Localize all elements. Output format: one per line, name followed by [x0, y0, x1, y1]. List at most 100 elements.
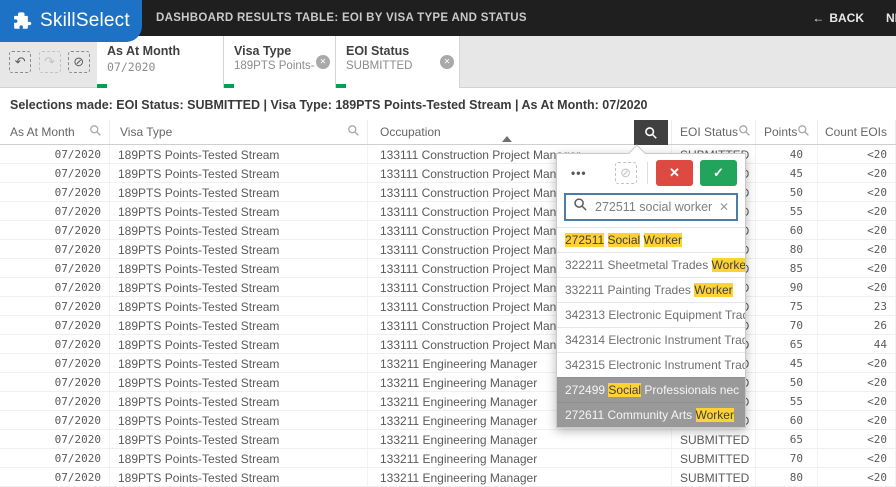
table-cell[interactable]: 07/2020	[0, 430, 110, 448]
table-cell[interactable]: 189PTS Points-Tested Stream	[110, 468, 368, 486]
table-cell[interactable]: <20	[818, 259, 896, 277]
search-icon[interactable]	[347, 124, 360, 140]
table-cell[interactable]: 07/2020	[0, 259, 110, 277]
back-button[interactable]: ← BACK	[812, 0, 864, 36]
table-cell[interactable]: 189PTS Points-Tested Stream	[110, 335, 368, 353]
popup-list-item[interactable]: 272611 Community Arts Worker	[557, 402, 745, 427]
table-row[interactable]: 07/2020189PTS Points-Tested Stream133211…	[0, 354, 896, 373]
table-cell[interactable]: 133211 Engineering Manager	[368, 430, 672, 448]
table-cell[interactable]: 189PTS Points-Tested Stream	[110, 354, 368, 372]
table-cell[interactable]: 07/2020	[0, 316, 110, 334]
table-cell[interactable]: 07/2020	[0, 411, 110, 429]
table-cell[interactable]: <20	[818, 468, 896, 486]
filter-chip-as-at-month[interactable]: As At Month 07/2020	[97, 36, 224, 88]
table-cell[interactable]: 90	[756, 278, 818, 296]
table-cell[interactable]: 44	[818, 335, 896, 353]
table-cell[interactable]: 07/2020	[0, 278, 110, 296]
table-cell[interactable]: <20	[818, 221, 896, 239]
redo-selection-icon[interactable]: ↷	[39, 51, 61, 73]
popup-list-item[interactable]: 342315 Electronic Instrument Trades....	[557, 352, 745, 377]
clear-selections-icon[interactable]: ⊘	[68, 51, 90, 73]
popup-search-box[interactable]: ✕	[564, 193, 738, 221]
table-row[interactable]: 07/2020189PTS Points-Tested Stream133111…	[0, 335, 896, 354]
search-input[interactable]	[595, 200, 712, 214]
search-icon[interactable]	[797, 124, 810, 140]
table-row[interactable]: 07/2020189PTS Points-Tested Stream133111…	[0, 145, 896, 164]
table-cell[interactable]: 55	[756, 202, 818, 220]
table-cell[interactable]: 189PTS Points-Tested Stream	[110, 259, 368, 277]
table-cell[interactable]: 07/2020	[0, 335, 110, 353]
popup-list-item[interactable]: 322211 Sheetmetal Trades Worker	[557, 252, 745, 277]
table-cell[interactable]: 07/2020	[0, 202, 110, 220]
table-cell[interactable]: 189PTS Points-Tested Stream	[110, 297, 368, 315]
undo-selection-icon[interactable]: ↶	[9, 51, 31, 73]
table-cell[interactable]: 50	[756, 373, 818, 391]
cancel-selection-button[interactable]: ✕	[656, 160, 693, 186]
table-row[interactable]: 07/2020189PTS Points-Tested Stream133211…	[0, 373, 896, 392]
filter-chip-eoi-status[interactable]: EOI Status SUBMITTED ✕	[336, 36, 460, 88]
table-cell[interactable]: 65	[756, 430, 818, 448]
filter-chip-visa-type[interactable]: Visa Type 189PTS Points-Teste... ✕	[224, 36, 336, 88]
table-cell[interactable]: <20	[818, 449, 896, 467]
table-cell[interactable]: 45	[756, 354, 818, 372]
table-cell[interactable]: 07/2020	[0, 221, 110, 239]
table-cell[interactable]: 133211 Engineering Manager	[368, 449, 672, 467]
table-cell[interactable]: 133211 Engineering Manager	[368, 468, 672, 486]
table-cell[interactable]: 189PTS Points-Tested Stream	[110, 373, 368, 391]
table-cell[interactable]: <20	[818, 354, 896, 372]
table-cell[interactable]: <20	[818, 278, 896, 296]
table-cell[interactable]: <20	[818, 240, 896, 258]
table-cell[interactable]: 189PTS Points-Tested Stream	[110, 430, 368, 448]
table-row[interactable]: 07/2020189PTS Points-Tested Stream133111…	[0, 297, 896, 316]
table-cell[interactable]: 70	[756, 449, 818, 467]
table-cell[interactable]: 80	[756, 240, 818, 258]
table-cell[interactable]: 07/2020	[0, 468, 110, 486]
popup-list-item[interactable]: 342314 Electronic Instrument Trades....	[557, 327, 745, 352]
column-header-as-at-month[interactable]: As At Month	[0, 120, 110, 144]
table-cell[interactable]: 85	[756, 259, 818, 277]
table-cell[interactable]: <20	[818, 430, 896, 448]
table-row[interactable]: 07/2020189PTS Points-Tested Stream133111…	[0, 240, 896, 259]
table-cell[interactable]: 189PTS Points-Tested Stream	[110, 240, 368, 258]
table-cell[interactable]: 07/2020	[0, 164, 110, 182]
table-cell[interactable]: <20	[818, 145, 896, 163]
table-cell[interactable]: 07/2020	[0, 240, 110, 258]
table-cell[interactable]: 189PTS Points-Tested Stream	[110, 449, 368, 467]
table-cell[interactable]: <20	[818, 183, 896, 201]
table-row[interactable]: 07/2020189PTS Points-Tested Stream133111…	[0, 164, 896, 183]
column-header-points[interactable]: Points	[756, 120, 818, 144]
table-cell[interactable]: SUBMITTED	[672, 430, 756, 448]
clear-search-icon[interactable]: ✕	[719, 200, 729, 214]
table-cell[interactable]: 45	[756, 164, 818, 182]
table-row[interactable]: 07/2020189PTS Points-Tested Stream133211…	[0, 392, 896, 411]
table-cell[interactable]: <20	[818, 392, 896, 410]
remove-filter-icon[interactable]: ✕	[440, 55, 454, 69]
table-cell[interactable]: 23	[818, 297, 896, 315]
remove-filter-icon[interactable]: ✕	[316, 55, 330, 69]
table-cell[interactable]: 80	[756, 468, 818, 486]
confirm-selection-button[interactable]: ✓	[700, 160, 737, 186]
table-cell[interactable]: 07/2020	[0, 145, 110, 163]
search-icon[interactable]	[738, 124, 751, 140]
table-cell[interactable]: 189PTS Points-Tested Stream	[110, 183, 368, 201]
table-cell[interactable]: 07/2020	[0, 449, 110, 467]
table-row[interactable]: 07/2020189PTS Points-Tested Stream133211…	[0, 430, 896, 449]
table-row[interactable]: 07/2020189PTS Points-Tested Stream133211…	[0, 411, 896, 430]
table-cell[interactable]: SUBMITTED	[672, 468, 756, 486]
more-options-icon[interactable]: •••	[565, 166, 593, 180]
table-cell[interactable]: 189PTS Points-Tested Stream	[110, 278, 368, 296]
table-cell[interactable]: <20	[818, 164, 896, 182]
table-cell[interactable]: 60	[756, 221, 818, 239]
table-cell[interactable]: 189PTS Points-Tested Stream	[110, 411, 368, 429]
search-icon[interactable]	[89, 124, 102, 140]
table-row[interactable]: 07/2020189PTS Points-Tested Stream133111…	[0, 202, 896, 221]
table-cell[interactable]: SUBMITTED	[672, 449, 756, 467]
table-cell[interactable]: 189PTS Points-Tested Stream	[110, 316, 368, 334]
table-cell[interactable]: 189PTS Points-Tested Stream	[110, 145, 368, 163]
table-cell[interactable]: 60	[756, 411, 818, 429]
table-cell[interactable]: 189PTS Points-Tested Stream	[110, 392, 368, 410]
table-cell[interactable]: 07/2020	[0, 392, 110, 410]
table-cell[interactable]: 189PTS Points-Tested Stream	[110, 221, 368, 239]
column-header-eoi-status[interactable]: EOI Status	[672, 120, 756, 144]
table-cell[interactable]: 07/2020	[0, 183, 110, 201]
